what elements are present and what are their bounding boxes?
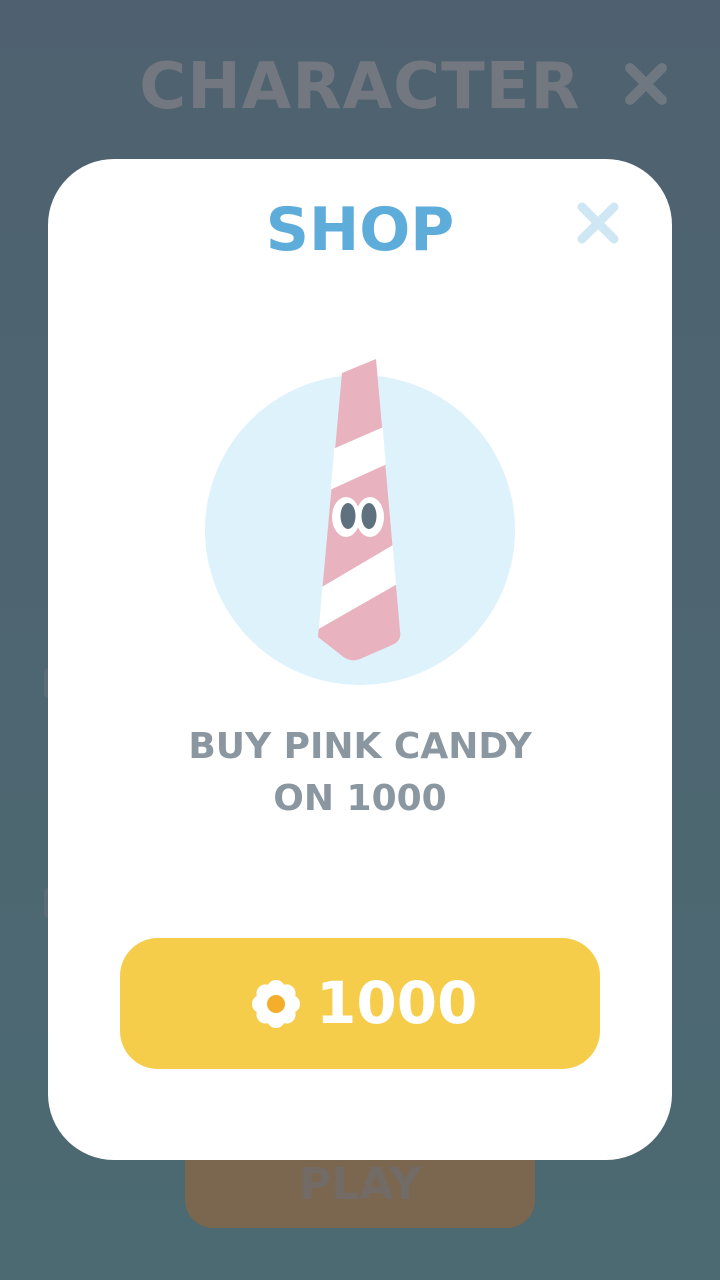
play-button-label: PLAY bbox=[299, 1159, 421, 1210]
character-title: CHARACTER bbox=[139, 50, 581, 124]
price-label: 1000 bbox=[316, 969, 478, 1037]
purchase-prompt-line2: ON 1000 bbox=[273, 778, 447, 819]
close-icon[interactable] bbox=[574, 199, 622, 247]
buy-button[interactable]: 1000 bbox=[120, 938, 600, 1069]
pink-candy-character-icon bbox=[310, 359, 420, 661]
shop-dialog: SHOP BUY PINK CANDY ON 1000 1000 bbox=[48, 159, 672, 1160]
purchase-prompt: BUY PINK CANDY ON 1000 bbox=[48, 721, 672, 825]
flower-coin-icon bbox=[252, 980, 300, 1028]
purchase-prompt-line1: BUY PINK CANDY bbox=[188, 726, 532, 767]
close-icon bbox=[625, 63, 667, 105]
